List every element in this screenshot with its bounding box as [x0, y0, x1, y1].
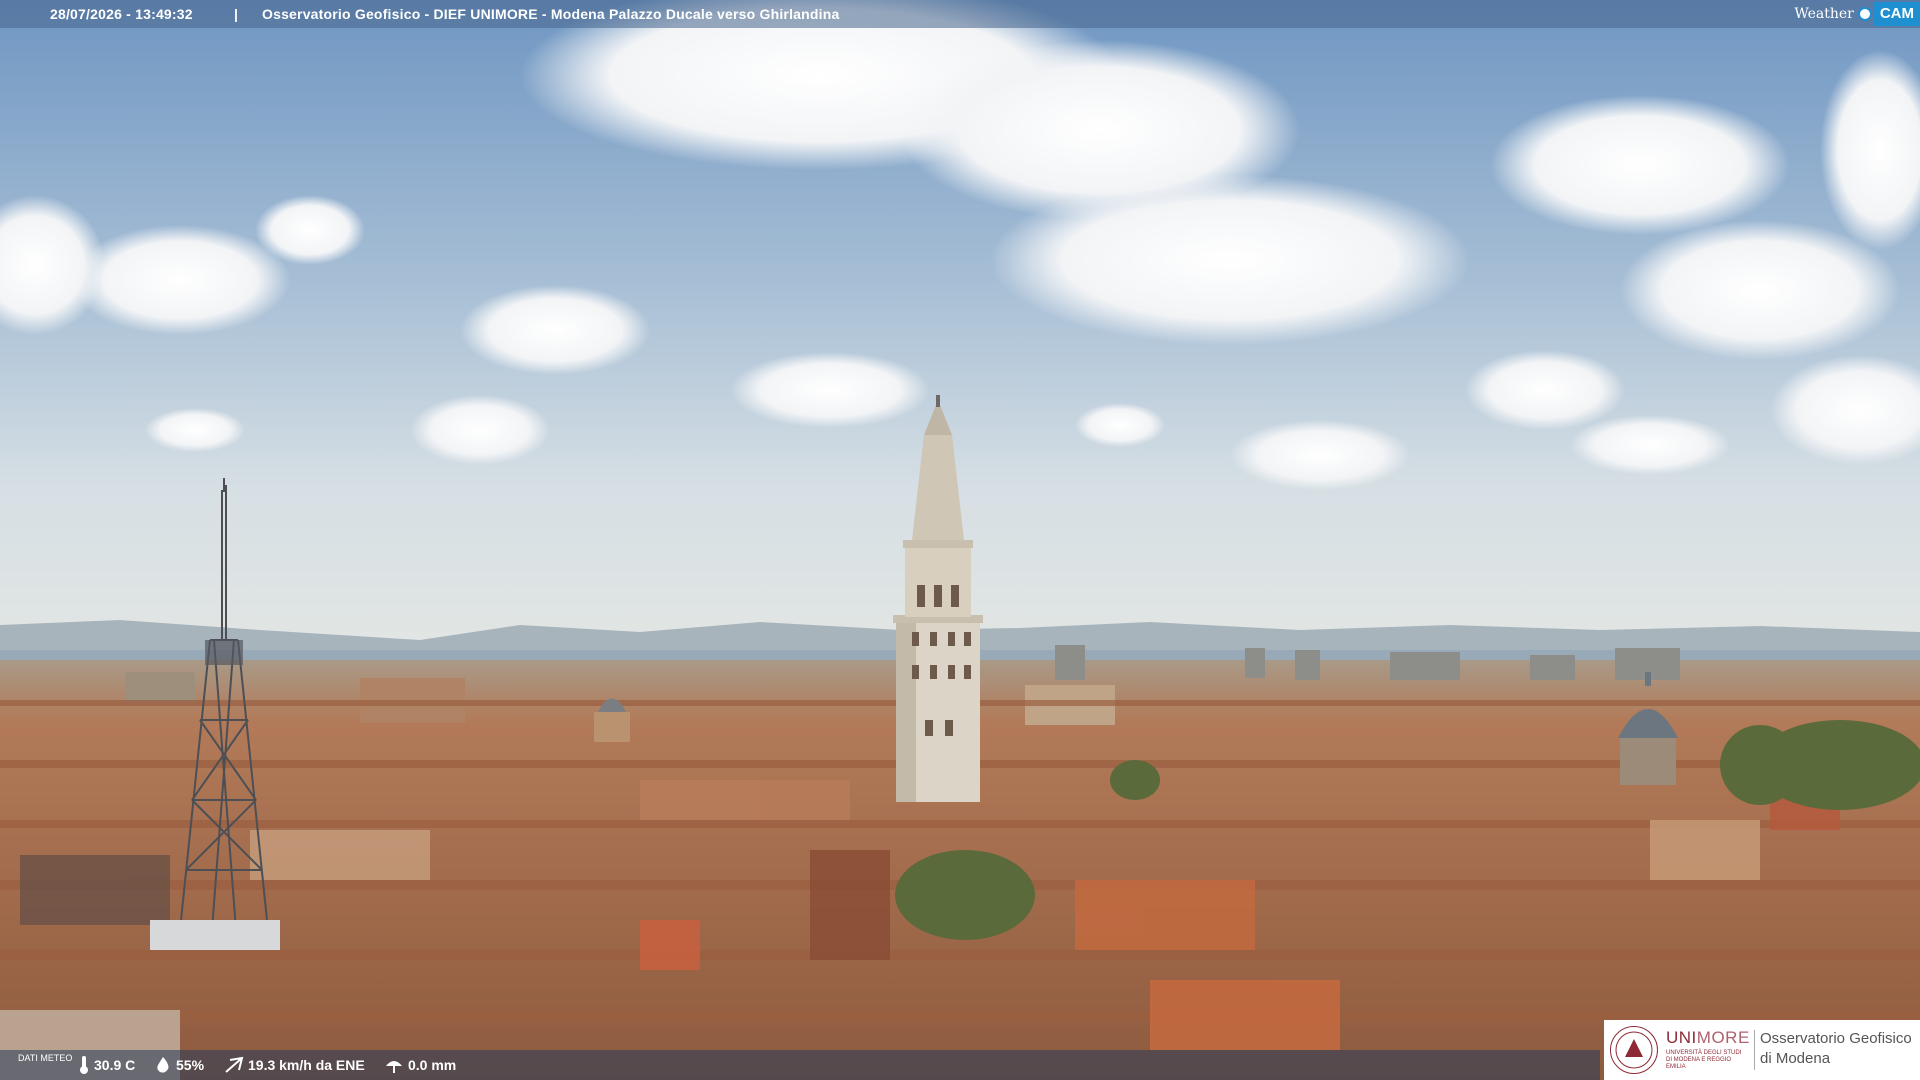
university-subtitle: UNIVERSITÀ DEGLI STUDI DI MODENA E REGGI…	[1666, 1050, 1742, 1070]
timestamp: 28/07/2026 - 13:49:32	[50, 6, 193, 22]
unimore-wordmark: UNIMORE	[1666, 1028, 1750, 1047]
wind-icon	[224, 1056, 244, 1074]
thermometer-icon	[78, 1055, 90, 1075]
wind-reading: 19.3 km/h da ENE	[224, 1050, 365, 1080]
weathercam-logo: Weather CAM	[1794, 0, 1920, 28]
humidity-value: 55%	[176, 1057, 205, 1073]
university-seal-icon	[1610, 1026, 1658, 1074]
unimore-observatory-logo: UNIMORE UNIVERSITÀ DEGLI STUDI DI MODENA…	[1604, 1020, 1920, 1080]
brand-weather: Weather	[1794, 6, 1854, 22]
caption-bar: 28/07/2026 - 13:49:32 | Osservatorio Geo…	[0, 0, 1920, 28]
humidity-icon	[154, 1056, 172, 1074]
lens-icon	[1857, 7, 1872, 21]
temperature-value: 30.9 C	[94, 1057, 136, 1073]
humidity-reading: 55%	[154, 1050, 204, 1080]
webcam-photo	[0, 0, 1920, 1080]
rain-value: 0.0 mm	[408, 1057, 457, 1073]
brand-cam: CAM	[1873, 2, 1920, 26]
observatory-name-line1: Osservatorio Geofisico	[1760, 1030, 1912, 1047]
rain-reading: 0.0 mm	[384, 1050, 456, 1080]
caption-separator: |	[234, 6, 239, 22]
temperature-reading: 30.9 C	[78, 1050, 135, 1080]
logo-divider	[1754, 1030, 1755, 1070]
rain-icon	[384, 1056, 404, 1074]
wind-value: 19.3 km/h da ENE	[248, 1057, 365, 1073]
weather-data-bar: DATI METEO 30.9 C 55% 19.3 km/h da ENE 0…	[0, 1050, 1600, 1080]
camera-title: Osservatorio Geofisico - DIEF UNIMORE - …	[262, 6, 840, 22]
weather-data-label: DATI METEO	[18, 1053, 73, 1063]
observatory-name-line2: di Modena	[1760, 1050, 1831, 1067]
